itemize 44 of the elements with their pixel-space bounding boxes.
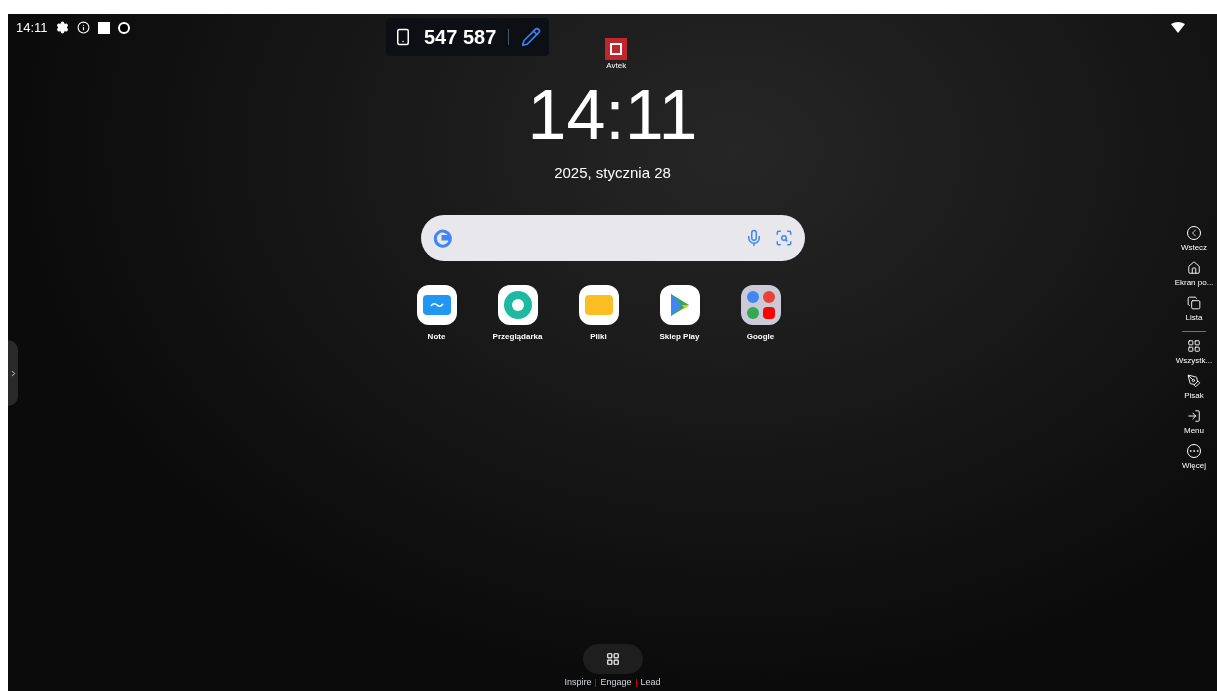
home-icon <box>1187 261 1201 275</box>
google-g-icon <box>432 227 453 248</box>
app-label: Note <box>427 330 446 343</box>
pencil-icon <box>521 27 542 47</box>
windows-icon <box>1187 296 1201 310</box>
grid-icon <box>605 652 620 666</box>
dock-button[interactable]: Menu <box>1184 409 1204 437</box>
play-triangle-app-icon[interactable] <box>659 284 700 325</box>
side-handle[interactable] <box>8 340 18 406</box>
slogan-word: Engage <box>600 678 632 687</box>
wifi-icon <box>1171 22 1185 33</box>
dock-button[interactable]: Pisak <box>1184 374 1204 402</box>
apps-button[interactable] <box>582 644 643 674</box>
square-icon <box>97 21 110 34</box>
settings-icon <box>55 21 69 35</box>
enter-icon <box>1187 409 1201 423</box>
info-icon <box>76 21 90 35</box>
dock-button[interactable]: Wszystk... <box>1175 339 1213 367</box>
grid-icon <box>1187 339 1201 353</box>
dock-button[interactable]: Ekran po... <box>1174 261 1214 289</box>
status-time: 14:11 <box>16 19 48 37</box>
app-label: Przeglądarka <box>492 330 543 343</box>
app-label: Sklep Play <box>659 330 700 343</box>
app-folder-icon[interactable] <box>740 284 781 325</box>
clock-date: 2025, stycznia 28 <box>554 163 671 183</box>
app-label: Google <box>746 330 775 343</box>
cast-code-pill[interactable]: 547 587 <box>386 18 550 56</box>
cast-code: 547 587 <box>424 25 497 50</box>
note-app-icon[interactable] <box>416 284 457 325</box>
slogan-word: Lead <box>640 678 661 687</box>
browser-app-icon[interactable] <box>497 284 538 325</box>
dock-button[interactable]: Lista <box>1185 296 1203 324</box>
logo-icon <box>605 38 628 60</box>
slogan-word: Inspire <box>564 678 592 687</box>
folder-app-icon[interactable] <box>578 284 619 325</box>
search-bar[interactable] <box>420 214 805 261</box>
wave-icon <box>429 301 444 308</box>
dock-button[interactable]: Więcej <box>1182 444 1206 472</box>
lens-icon <box>774 228 793 247</box>
dock-button[interactable]: Wstecz <box>1180 226 1208 254</box>
clock-time: 14:11 <box>527 80 698 150</box>
app-label: Pliki <box>590 330 607 343</box>
pen-icon <box>1187 374 1201 388</box>
logo-label: Avtek <box>606 60 627 72</box>
